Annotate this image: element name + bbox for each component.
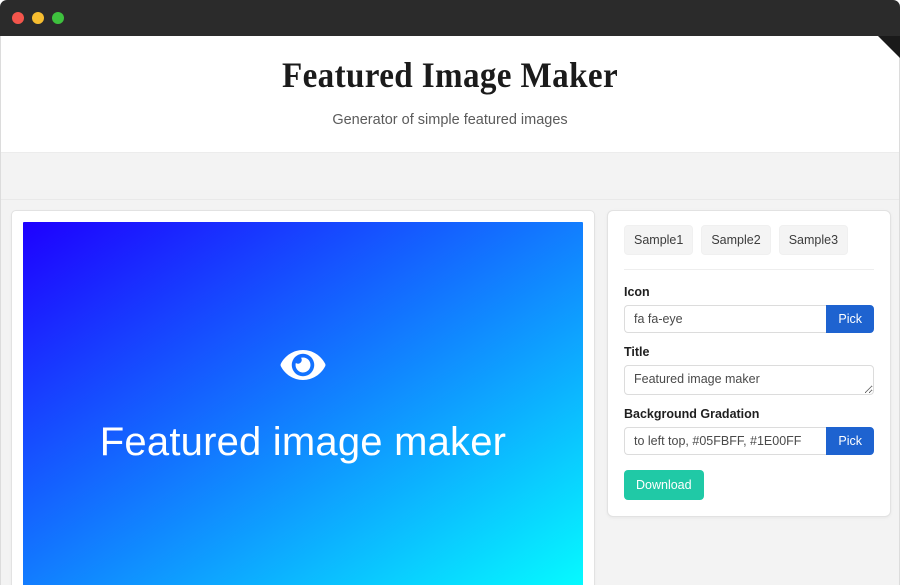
gradation-input[interactable]	[624, 427, 827, 455]
site-header: Featured Image Maker Generator of simple…	[1, 36, 899, 152]
section-divider-band	[1, 152, 899, 200]
gradation-field-group: Background Gradation Pick	[624, 406, 874, 455]
gradation-field-label: Background Gradation	[624, 407, 760, 421]
page-subtitle: Generator of simple featured images	[332, 112, 568, 128]
page-body: Featured Image Maker Generator of simple…	[0, 36, 900, 585]
close-window-button[interactable]	[12, 12, 24, 24]
icon-pick-button[interactable]: Pick	[826, 305, 874, 333]
minimize-window-button[interactable]	[32, 12, 44, 24]
title-field-group: Title	[624, 344, 874, 395]
page-title: Featured Image Maker	[281, 55, 619, 95]
title-field-label: Title	[624, 345, 650, 359]
preview-title-text: Featured image maker	[99, 420, 507, 464]
icon-field-group: Icon Pick	[624, 284, 874, 333]
icon-input[interactable]	[624, 305, 827, 333]
corner-fold-notch	[886, 24, 900, 38]
title-input[interactable]	[624, 365, 874, 395]
maximize-window-button[interactable]	[52, 12, 64, 24]
window-titlebar	[0, 0, 900, 36]
gradation-pick-button[interactable]: Pick	[826, 427, 874, 455]
icon-field-label: Icon	[624, 285, 650, 299]
sample-presets-row: Sample1 Sample2 Sample3	[624, 225, 874, 270]
app-window: Featured Image Maker Generator of simple…	[0, 0, 900, 585]
featured-image-preview: Featured image maker	[23, 222, 583, 585]
eye-icon	[277, 345, 329, 385]
preview-card: Featured image maker	[11, 210, 595, 585]
sample-preset-1-button[interactable]: Sample1	[624, 225, 694, 255]
settings-panel: Sample1 Sample2 Sample3 Icon Pick Title	[607, 210, 891, 517]
download-button[interactable]: Download	[624, 470, 704, 500]
main-content: Featured image maker Sample1 Sample2 Sam…	[1, 200, 899, 585]
window-controls	[12, 12, 64, 24]
sample-preset-2-button[interactable]: Sample2	[701, 225, 771, 255]
gradation-input-row: Pick	[624, 427, 874, 455]
icon-input-row: Pick	[624, 305, 874, 333]
sample-preset-3-button[interactable]: Sample3	[778, 225, 849, 255]
